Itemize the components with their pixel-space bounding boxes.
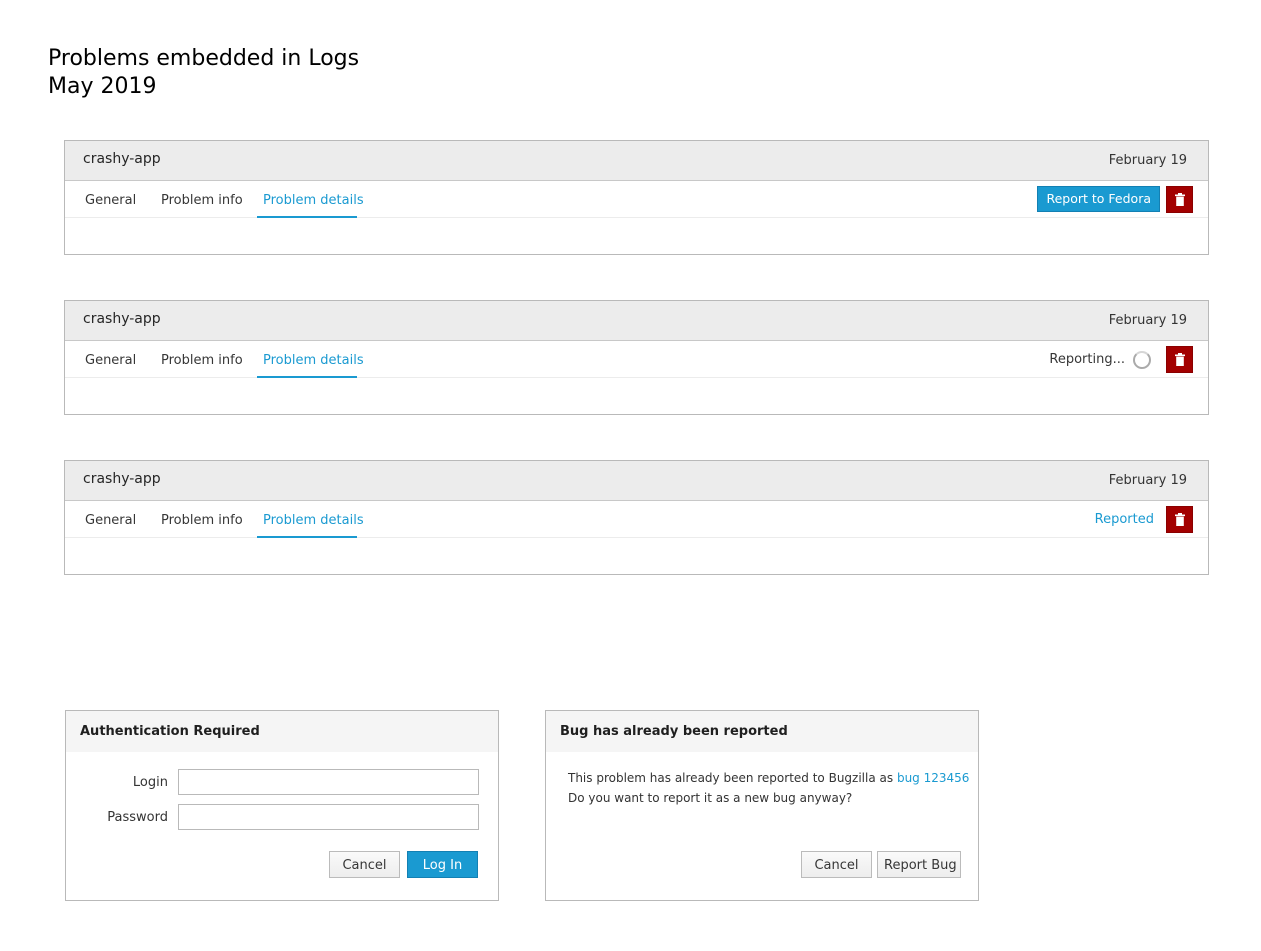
active-tab-indicator	[257, 216, 357, 218]
tab-problem-details[interactable]: Problem details	[263, 353, 364, 368]
card-title: crashy-app	[83, 311, 161, 327]
card-date: February 19	[1108, 473, 1187, 488]
card-header: crashy-app February 19	[65, 301, 1208, 341]
problem-card-reported: crashy-app February 19 General Problem i…	[64, 460, 1209, 575]
cancel-button[interactable]: Cancel	[801, 851, 872, 878]
reporting-status: Reporting...	[1049, 352, 1125, 367]
page-title: Problems embedded in Logs May 2019	[48, 45, 359, 101]
message-text: This problem has already been reported t…	[568, 771, 894, 785]
report-to-fedora-button[interactable]: Report to Fedora	[1037, 186, 1160, 212]
authentication-dialog: Authentication Required Login Password C…	[65, 710, 499, 901]
card-tabs: General Problem info Problem details Rep…	[65, 181, 1208, 218]
card-date: February 19	[1108, 153, 1187, 168]
dialog-header: Bug has already been reported	[546, 711, 978, 752]
problem-card-not-reported: crashy-app February 19 General Problem i…	[64, 140, 1209, 255]
card-title: crashy-app	[83, 151, 161, 167]
tab-problem-info[interactable]: Problem info	[161, 193, 243, 208]
card-title: crashy-app	[83, 471, 161, 487]
dialog-header: Authentication Required	[66, 711, 498, 752]
delete-button[interactable]	[1166, 506, 1193, 533]
reported-link[interactable]: Reported	[1095, 512, 1154, 527]
tab-problem-info[interactable]: Problem info	[161, 353, 243, 368]
bug-link[interactable]: bug 123456	[897, 771, 969, 785]
login-input[interactable]	[178, 769, 479, 795]
page-title-line-2: May 2019	[48, 74, 157, 99]
tab-general[interactable]: General	[85, 353, 136, 368]
trash-icon	[1175, 513, 1185, 526]
delete-button[interactable]	[1166, 186, 1193, 213]
page-title-line-1: Problems embedded in Logs	[48, 46, 360, 71]
trash-icon	[1175, 193, 1185, 206]
bug-already-reported-dialog: Bug has already been reported This probl…	[545, 710, 979, 901]
card-header: crashy-app February 19	[65, 461, 1208, 501]
message-question: Do you want to report it as a new bug an…	[568, 791, 853, 805]
card-tabs: General Problem info Problem details Rep…	[65, 341, 1208, 378]
cancel-button[interactable]: Cancel	[329, 851, 400, 878]
tab-general[interactable]: General	[85, 193, 136, 208]
trash-icon	[1175, 353, 1185, 366]
card-header: crashy-app February 19	[65, 141, 1208, 181]
report-bug-button[interactable]: Report Bug	[877, 851, 961, 878]
tab-problem-info[interactable]: Problem info	[161, 513, 243, 528]
password-input[interactable]	[178, 804, 479, 830]
spinner-icon	[1133, 351, 1151, 369]
card-tabs: General Problem info Problem details Rep…	[65, 501, 1208, 538]
card-date: February 19	[1108, 313, 1187, 328]
problem-card-reporting: crashy-app February 19 General Problem i…	[64, 300, 1209, 415]
dialog-title: Authentication Required	[80, 724, 260, 739]
tab-general[interactable]: General	[85, 513, 136, 528]
delete-button[interactable]	[1166, 346, 1193, 373]
active-tab-indicator	[257, 536, 357, 538]
active-tab-indicator	[257, 376, 357, 378]
dialog-message: This problem has already been reported t…	[568, 768, 969, 808]
tab-problem-details[interactable]: Problem details	[263, 193, 364, 208]
dialog-title: Bug has already been reported	[560, 724, 788, 739]
password-label: Password	[107, 810, 168, 825]
login-label: Login	[132, 775, 168, 790]
log-in-button[interactable]: Log In	[407, 851, 478, 878]
tab-problem-details[interactable]: Problem details	[263, 513, 364, 528]
